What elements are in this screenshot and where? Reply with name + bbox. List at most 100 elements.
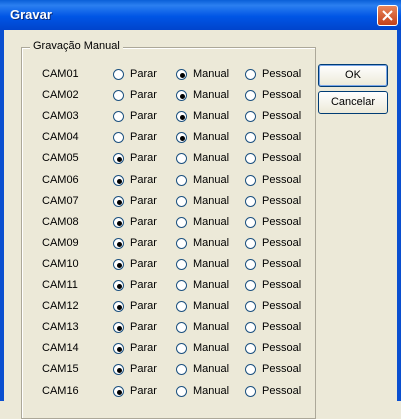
radio-stop[interactable] — [113, 301, 124, 313]
radio-personal[interactable] — [245, 132, 256, 144]
option-label-stop[interactable]: Parar — [130, 279, 157, 291]
option-label-stop[interactable]: Parar — [130, 131, 157, 143]
radio-stop[interactable] — [113, 343, 124, 355]
radio-manual[interactable] — [176, 90, 187, 102]
option-label-personal[interactable]: Pessoal — [262, 237, 301, 249]
option-label-personal[interactable]: Pessoal — [262, 195, 301, 207]
radio-manual[interactable] — [176, 280, 187, 291]
option-label-personal[interactable]: Pessoal — [262, 342, 301, 354]
option-label-personal[interactable]: Pessoal — [262, 110, 301, 122]
option-label-personal[interactable]: Pessoal — [262, 174, 301, 186]
radio-personal[interactable] — [245, 258, 256, 270]
option-label-manual[interactable]: Manual — [193, 321, 229, 333]
option-label-personal[interactable]: Pessoal — [262, 131, 301, 143]
radio-stop[interactable] — [113, 132, 124, 144]
radio-manual[interactable] — [176, 153, 187, 165]
option-label-stop[interactable]: Parar — [130, 68, 157, 80]
option-label-manual[interactable]: Manual — [193, 342, 229, 354]
close-button[interactable] — [377, 5, 398, 26]
option-label-manual[interactable]: Manual — [193, 195, 229, 207]
option-label-personal[interactable]: Pessoal — [262, 279, 301, 291]
radio-stop[interactable] — [113, 216, 124, 228]
radio-manual[interactable] — [176, 111, 187, 123]
option-label-personal[interactable]: Pessoal — [262, 385, 301, 397]
option-label-stop[interactable]: Parar — [130, 385, 157, 397]
option-label-personal[interactable]: Pessoal — [262, 216, 301, 228]
option-label-stop[interactable]: Parar — [130, 216, 157, 228]
option-label-stop[interactable]: Parar — [130, 300, 157, 312]
option-label-manual[interactable]: Manual — [193, 237, 229, 249]
radio-personal[interactable] — [245, 301, 256, 313]
option-label-personal[interactable]: Pessoal — [262, 258, 301, 270]
radio-stop[interactable] — [113, 385, 124, 397]
option-label-manual[interactable]: Manual — [193, 279, 229, 291]
radio-manual[interactable] — [176, 322, 187, 334]
option-label-manual[interactable]: Manual — [193, 174, 229, 186]
option-label-stop[interactable]: Parar — [130, 342, 157, 354]
radio-personal[interactable] — [245, 364, 256, 376]
radio-manual[interactable] — [176, 195, 187, 207]
option-label-personal[interactable]: Pessoal — [262, 68, 301, 80]
radio-manual[interactable] — [176, 258, 187, 270]
radio-manual[interactable] — [176, 69, 187, 80]
radio-stop[interactable] — [113, 153, 124, 165]
option-label-manual[interactable]: Manual — [193, 216, 229, 228]
radio-personal[interactable] — [245, 90, 256, 102]
option-label-personal[interactable]: Pessoal — [262, 152, 301, 164]
title-bar[interactable]: Gravar — [0, 0, 401, 30]
radio-manual[interactable] — [176, 216, 187, 228]
radio-personal[interactable] — [245, 195, 256, 207]
radio-stop[interactable] — [113, 69, 124, 80]
radio-personal[interactable] — [245, 174, 256, 186]
option-label-manual[interactable]: Manual — [193, 300, 229, 312]
option-label-stop[interactable]: Parar — [130, 321, 157, 333]
radio-manual[interactable] — [176, 132, 187, 144]
option-label-manual[interactable]: Manual — [193, 385, 229, 397]
radio-personal[interactable] — [245, 280, 256, 291]
radio-stop[interactable] — [113, 280, 124, 291]
option-label-manual[interactable]: Manual — [193, 110, 229, 122]
radio-stop[interactable] — [113, 90, 124, 102]
radio-personal[interactable] — [245, 237, 256, 249]
radio-stop[interactable] — [113, 111, 124, 123]
radio-manual[interactable] — [176, 385, 187, 397]
option-label-manual[interactable]: Manual — [193, 152, 229, 164]
option-label-manual[interactable]: Manual — [193, 363, 229, 375]
option-label-stop[interactable]: Parar — [130, 110, 157, 122]
radio-stop[interactable] — [113, 322, 124, 334]
option-label-manual[interactable]: Manual — [193, 258, 229, 270]
option-label-personal[interactable]: Pessoal — [262, 89, 301, 101]
option-label-manual[interactable]: Manual — [193, 131, 229, 143]
option-label-personal[interactable]: Pessoal — [262, 321, 301, 333]
radio-personal[interactable] — [245, 385, 256, 397]
radio-stop[interactable] — [113, 174, 124, 186]
radio-manual[interactable] — [176, 364, 187, 376]
radio-personal[interactable] — [245, 322, 256, 334]
option-label-stop[interactable]: Parar — [130, 363, 157, 375]
option-label-stop[interactable]: Parar — [130, 152, 157, 164]
option-label-stop[interactable]: Parar — [130, 258, 157, 270]
radio-stop[interactable] — [113, 237, 124, 249]
radio-manual[interactable] — [176, 174, 187, 186]
radio-personal[interactable] — [245, 153, 256, 165]
radio-manual[interactable] — [176, 237, 187, 249]
ok-button[interactable]: OK — [318, 64, 388, 87]
option-label-stop[interactable]: Parar — [130, 89, 157, 101]
option-label-stop[interactable]: Parar — [130, 174, 157, 186]
option-label-manual[interactable]: Manual — [193, 89, 229, 101]
radio-stop[interactable] — [113, 258, 124, 270]
option-label-personal[interactable]: Pessoal — [262, 300, 301, 312]
radio-personal[interactable] — [245, 69, 256, 80]
radio-personal[interactable] — [245, 216, 256, 228]
radio-manual[interactable] — [176, 343, 187, 355]
option-label-stop[interactable]: Parar — [130, 195, 157, 207]
option-label-personal[interactable]: Pessoal — [262, 363, 301, 375]
cancel-button[interactable]: Cancelar — [318, 91, 388, 114]
radio-personal[interactable] — [245, 111, 256, 123]
radio-stop[interactable] — [113, 195, 124, 207]
radio-personal[interactable] — [245, 343, 256, 355]
radio-manual[interactable] — [176, 301, 187, 313]
option-label-manual[interactable]: Manual — [193, 68, 229, 80]
option-label-stop[interactable]: Parar — [130, 237, 157, 249]
radio-stop[interactable] — [113, 364, 124, 376]
